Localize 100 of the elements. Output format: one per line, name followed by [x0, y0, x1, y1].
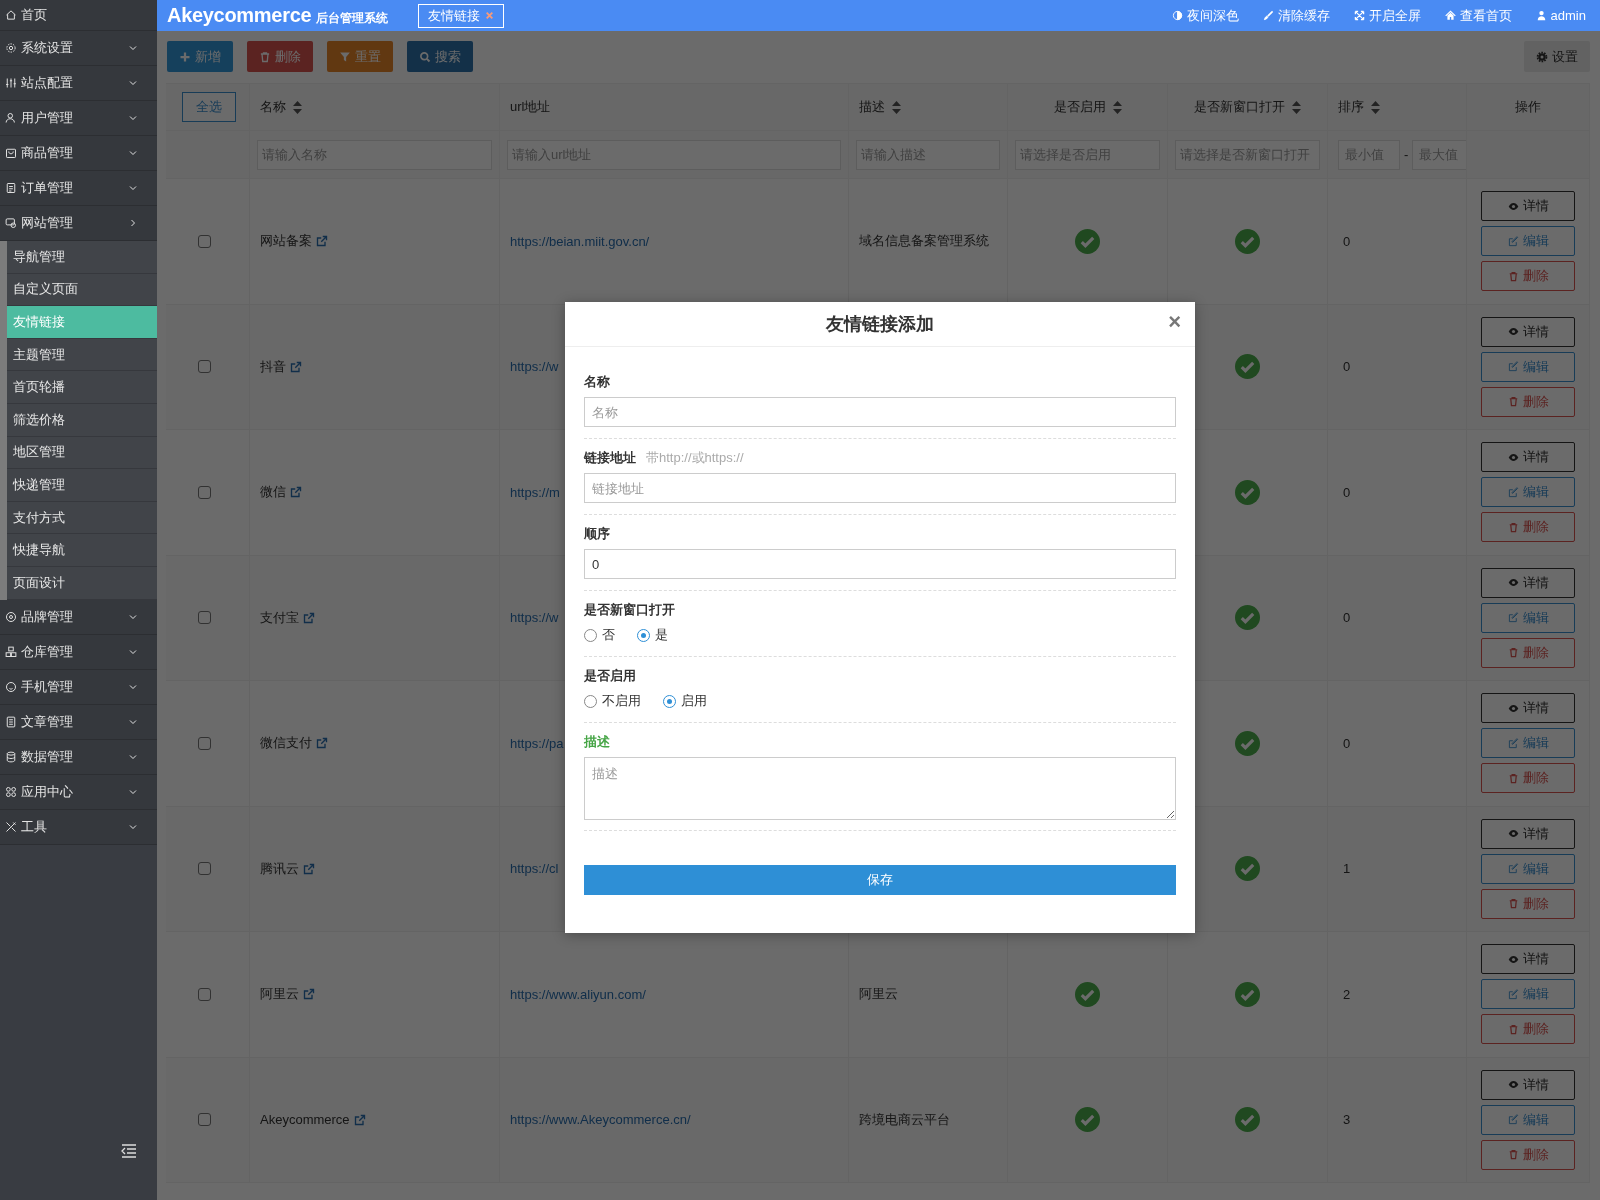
row-action-button[interactable]: 详情: [1481, 818, 1575, 849]
sidebar-item[interactable]: 系统设置: [0, 31, 157, 66]
sidebar-subitem[interactable]: 筛选价格: [7, 403, 157, 437]
sidebar-subitem[interactable]: 导航管理: [7, 241, 157, 274]
sort-icon[interactable]: [293, 100, 302, 114]
url-link[interactable]: https://beian.miit.gov.cn/: [510, 233, 650, 249]
sort-icon[interactable]: [1292, 100, 1301, 114]
sidebar-item[interactable]: 品牌管理: [0, 599, 157, 635]
save-button[interactable]: 保存: [584, 865, 1176, 895]
row-action-button[interactable]: 删除: [1481, 261, 1575, 292]
sort-icon[interactable]: [1371, 100, 1380, 114]
toolbar-button[interactable]: 新增: [167, 41, 233, 72]
sidebar-item[interactable]: 文章管理: [0, 704, 157, 740]
toolbar-button[interactable]: 重置: [327, 41, 393, 72]
row-action-button[interactable]: 删除: [1481, 386, 1575, 417]
toolbar-button[interactable]: 搜索: [407, 41, 473, 72]
row-action-button[interactable]: 编辑: [1481, 477, 1575, 508]
sort-icon[interactable]: [1112, 100, 1122, 114]
url-link[interactable]: https://www.aliyun.com/: [510, 986, 646, 1002]
sort-icon[interactable]: [892, 100, 901, 114]
textarea-field[interactable]: 描述: [584, 757, 1176, 820]
row-action-button[interactable]: 删除: [1481, 888, 1575, 919]
header-link[interactable]: 开启全屏: [1353, 6, 1421, 25]
row-action-button[interactable]: 编辑: [1481, 1104, 1575, 1135]
url-link[interactable]: https://www.Akeycommerce.cn/: [510, 1112, 691, 1128]
sidebar-subitem[interactable]: 首页轮播: [7, 371, 157, 404]
row-action-button[interactable]: 编辑: [1481, 602, 1575, 633]
url-link[interactable]: https://w: [510, 359, 559, 375]
row-action-button[interactable]: 删除: [1481, 637, 1575, 668]
external-link-icon[interactable]: [290, 486, 302, 499]
row-checkbox[interactable]: [198, 234, 211, 248]
column-header[interactable]: 描述: [859, 98, 901, 116]
column-header[interactable]: 是否启用: [1053, 98, 1122, 116]
input-field[interactable]: 名称: [584, 397, 1176, 427]
sidebar-subitem[interactable]: 快递管理: [7, 469, 157, 502]
external-link-icon[interactable]: [303, 862, 315, 875]
sidebar-item[interactable]: 站点配置: [0, 66, 157, 101]
sidebar-item[interactable]: 订单管理: [0, 171, 157, 206]
row-checkbox[interactable]: [198, 736, 211, 750]
radio-option[interactable]: 不启用: [584, 692, 641, 710]
sidebar-item[interactable]: 仓库管理: [0, 634, 157, 670]
radio-option[interactable]: 是: [637, 626, 668, 644]
row-checkbox[interactable]: [198, 862, 211, 876]
sidebar-subitem[interactable]: 友情链接: [7, 306, 157, 339]
row-action-button[interactable]: 详情: [1481, 442, 1575, 473]
row-checkbox[interactable]: [198, 360, 211, 374]
input-field[interactable]: 链接地址: [584, 473, 1176, 503]
external-link-icon[interactable]: [353, 1113, 366, 1126]
row-action-button[interactable]: 删除: [1481, 763, 1575, 794]
select-all-button[interactable]: 全选: [182, 92, 236, 122]
sidebar-subitem[interactable]: 自定义页面: [7, 273, 157, 307]
header-link[interactable]: 清除缓存: [1262, 6, 1330, 25]
sidebar-item[interactable]: 首页: [0, 0, 157, 31]
sidebar-item[interactable]: 工具: [0, 809, 157, 845]
sidebar-subitem[interactable]: 快捷导航: [7, 534, 157, 567]
external-link-icon[interactable]: [316, 235, 328, 248]
row-action-button[interactable]: 编辑: [1481, 853, 1575, 884]
radio-option[interactable]: 启用: [663, 692, 707, 710]
url-link[interactable]: https://pa: [510, 735, 564, 751]
sidebar-subitem[interactable]: 地区管理: [7, 436, 157, 470]
url-link[interactable]: https://cl: [510, 861, 559, 877]
row-action-button[interactable]: 编辑: [1481, 351, 1575, 382]
column-header[interactable]: 排序: [1338, 98, 1380, 116]
row-action-button[interactable]: 详情: [1481, 191, 1575, 222]
row-action-button[interactable]: 删除: [1481, 1139, 1575, 1170]
external-link-icon[interactable]: [303, 988, 315, 1001]
row-action-button[interactable]: 删除: [1481, 1014, 1575, 1045]
row-action-button[interactable]: 编辑: [1481, 728, 1575, 759]
header-link[interactable]: 查看首页: [1444, 6, 1512, 25]
row-checkbox[interactable]: [198, 611, 211, 625]
header-link[interactable]: 夜间深色: [1171, 6, 1239, 25]
toolbar-button[interactable]: 删除: [247, 41, 313, 72]
sidebar-subitem[interactable]: 主题管理: [7, 338, 157, 372]
settings-button[interactable]: 设置: [1524, 41, 1590, 72]
column-header[interactable]: 是否新窗口打开: [1194, 98, 1301, 116]
sidebar-item[interactable]: 数据管理: [0, 739, 157, 775]
external-link-icon[interactable]: [303, 611, 315, 624]
row-action-button[interactable]: 编辑: [1481, 226, 1575, 257]
sidebar-item[interactable]: 应用中心: [0, 774, 157, 810]
url-link[interactable]: https://m: [510, 484, 560, 500]
header-link[interactable]: admin: [1535, 6, 1586, 25]
external-link-icon[interactable]: [316, 737, 328, 750]
close-button[interactable]: ×: [1168, 311, 1181, 333]
row-checkbox[interactable]: [198, 1113, 211, 1127]
sidebar-item[interactable]: 用户管理: [0, 101, 157, 136]
page-tab[interactable]: 友情链接: [418, 3, 505, 28]
input-field[interactable]: 0: [584, 549, 1176, 579]
sidebar-item[interactable]: 商品管理: [0, 136, 157, 171]
url-link[interactable]: https://w: [510, 610, 559, 626]
row-checkbox[interactable]: [198, 485, 211, 499]
row-action-button[interactable]: 详情: [1481, 316, 1575, 347]
row-action-button[interactable]: 删除: [1481, 512, 1575, 543]
row-action-button[interactable]: 详情: [1481, 567, 1575, 598]
sidebar-item[interactable]: 网站管理: [0, 206, 157, 241]
row-action-button[interactable]: 详情: [1481, 693, 1575, 724]
sidebar-subitem[interactable]: 页面设计: [7, 566, 157, 600]
row-action-button[interactable]: 编辑: [1481, 979, 1575, 1010]
external-link-icon[interactable]: [290, 360, 302, 373]
row-action-button[interactable]: 详情: [1481, 1069, 1575, 1100]
sidebar-subitem[interactable]: 支付方式: [7, 501, 157, 535]
